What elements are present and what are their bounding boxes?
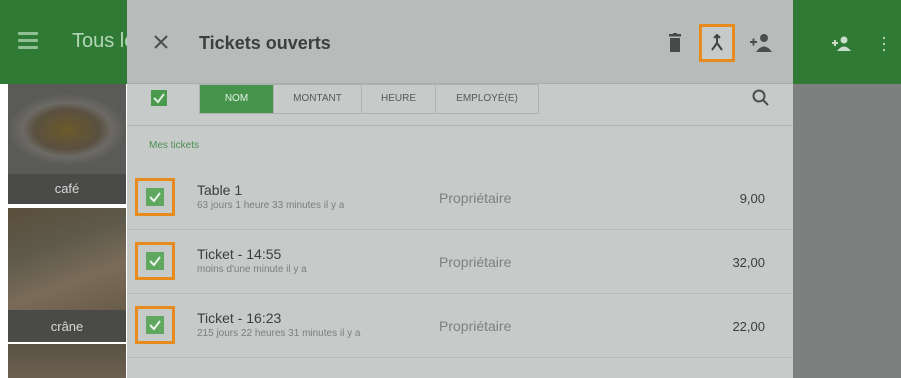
background-actions: · · ·	[791, 0, 901, 84]
dialog-header: Tickets ouverts	[127, 0, 793, 84]
checkmark-icon	[153, 93, 165, 104]
ticket-checkbox[interactable]	[135, 178, 175, 216]
product-tile[interactable]	[8, 344, 126, 378]
close-icon[interactable]	[149, 30, 173, 54]
ticket-checkbox[interactable]	[135, 306, 175, 344]
tab-sort-employee[interactable]: EMPLOYÉ(E)	[436, 85, 538, 113]
tab-sort-time[interactable]: HEURE	[362, 85, 436, 113]
tab-sort-amount[interactable]: MONTANT	[274, 85, 362, 113]
open-tickets-dialog: Tickets ouverts NOM MONTANT HEURE EMPLOY…	[127, 0, 793, 378]
ticket-amount: 9,00	[739, 191, 765, 206]
background-title: Tous le	[72, 30, 136, 52]
ticket-checkbox[interactable]	[135, 242, 175, 280]
dialog-title: Tickets ouverts	[199, 33, 331, 53]
sort-segmented-control: NOM MONTANT HEURE EMPLOYÉ(E)	[199, 84, 539, 114]
add-person-icon[interactable]	[831, 36, 853, 52]
checkmark-icon	[149, 256, 161, 267]
product-tile-label: crâne	[50, 319, 84, 334]
ticket-owner: Propriétaire	[439, 318, 512, 334]
select-all-checkbox[interactable]	[151, 90, 167, 106]
ticket-owner: Propriétaire	[439, 190, 512, 206]
checkmark-icon	[149, 192, 161, 203]
ticket-age: 63 jours 1 heure 33 minutes il y a	[197, 200, 345, 211]
ticket-name: Table 1	[197, 182, 243, 198]
sort-toolbar: NOM MONTANT HEURE EMPLOYÉ(E)	[127, 84, 793, 126]
ticket-name: Ticket - 16:23	[197, 310, 282, 326]
product-tile[interactable]: café	[8, 84, 126, 204]
product-tile[interactable]: crâne	[8, 208, 126, 342]
trash-icon[interactable]	[667, 33, 683, 53]
add-person-icon[interactable]	[749, 32, 775, 54]
background-right-area	[791, 84, 901, 378]
merge-tickets-button[interactable]	[699, 24, 735, 62]
ticket-amount: 32,00	[732, 255, 765, 270]
more-options-icon[interactable]: · · ·	[881, 28, 887, 58]
product-tile-label: café	[54, 181, 80, 196]
hamburger-menu-icon[interactable]	[18, 32, 38, 49]
tab-sort-name[interactable]: NOM	[200, 85, 274, 113]
ticket-row[interactable]: Ticket - 16:23 215 jours 22 heures 31 mi…	[127, 294, 793, 358]
ticket-amount: 22,00	[732, 319, 765, 334]
merge-icon	[711, 34, 723, 51]
ticket-age: moins d'une minute il y a	[197, 264, 307, 275]
checkmark-icon	[149, 320, 161, 331]
section-label: Mes tickets	[149, 140, 200, 151]
search-icon[interactable]	[751, 88, 771, 108]
ticket-name: Ticket - 14:55	[197, 246, 282, 262]
ticket-age: 215 jours 22 heures 31 minutes il y a	[197, 328, 361, 339]
ticket-row[interactable]: Ticket - 14:55 moins d'une minute il y a…	[127, 230, 793, 294]
ticket-owner: Propriétaire	[439, 254, 512, 270]
ticket-row[interactable]: Table 1 63 jours 1 heure 33 minutes il y…	[127, 166, 793, 230]
